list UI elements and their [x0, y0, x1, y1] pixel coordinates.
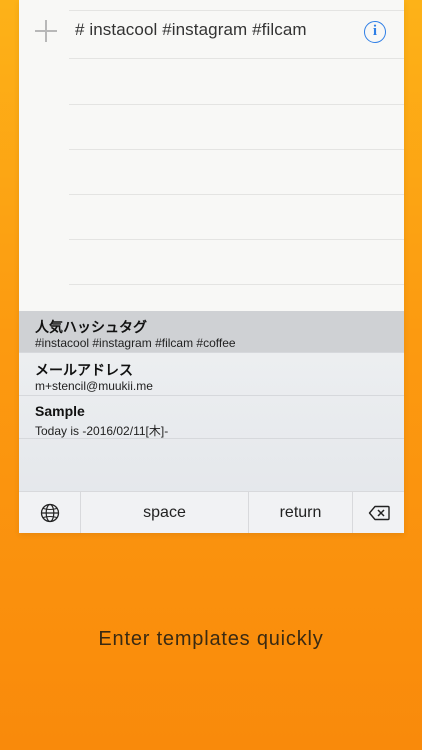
template-title: 人気ハッシュタグ [35, 319, 147, 335]
keyboard-bar: space return [19, 491, 404, 533]
space-key[interactable]: space [81, 492, 248, 533]
plus-icon[interactable] [35, 20, 57, 42]
note-rule [69, 104, 404, 105]
globe-icon [40, 503, 59, 522]
return-key[interactable]: return [249, 492, 352, 533]
template-body: Today is -2016/02/11[木]- [35, 424, 169, 438]
template-title: メールアドレス [35, 362, 133, 378]
note-rule [69, 10, 404, 11]
note-rule [69, 284, 404, 285]
promo-caption: Enter templates quickly [98, 628, 324, 650]
template-title: Sample [35, 403, 85, 419]
globe-key[interactable] [19, 492, 80, 533]
info-icon[interactable]: i [364, 21, 386, 43]
template-panel: 人気ハッシュタグ #instacool #instagram #filcam #… [19, 311, 404, 533]
note-rule [69, 194, 404, 195]
backspace-icon [368, 505, 390, 520]
app-window: # instacool #instagram #filcam i 人気ハッシュタ… [19, 0, 404, 533]
note-text[interactable]: # instacool #instagram #filcam [75, 20, 307, 40]
note-rule [69, 149, 404, 150]
template-body: #instacool #instagram #filcam #coffee [35, 336, 236, 350]
template-item[interactable]: Sample Today is -2016/02/11[木]- [19, 397, 404, 439]
note-rule [69, 239, 404, 240]
note-rule [69, 58, 404, 59]
template-body: m+stencil@muukii.me [35, 379, 153, 393]
template-item[interactable]: 人気ハッシュタグ #instacool #instagram #filcam #… [19, 311, 404, 353]
note-editor[interactable]: # instacool #instagram #filcam i [19, 0, 404, 311]
delete-key[interactable] [353, 492, 404, 533]
template-item[interactable]: メールアドレス m+stencil@muukii.me [19, 354, 404, 396]
